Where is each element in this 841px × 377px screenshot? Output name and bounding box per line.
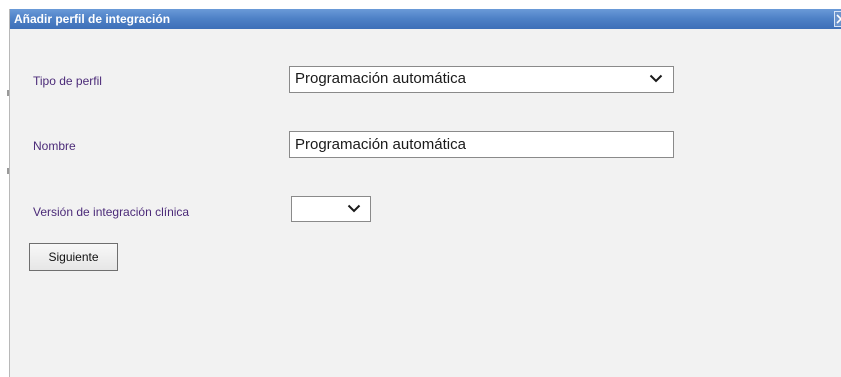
name-label: Nombre [33, 139, 76, 153]
next-button[interactable]: Siguiente [29, 243, 118, 271]
profile-type-select[interactable]: Programación automática [289, 66, 674, 93]
chevron-down-icon [347, 204, 361, 213]
clinical-integration-version-label: Versión de integración clínica [33, 205, 190, 219]
clinical-integration-version-select[interactable] [291, 196, 371, 222]
profile-type-label: Tipo de perfil [33, 74, 102, 88]
close-icon[interactable] [834, 11, 841, 27]
dialog-titlebar: Añadir perfil de integración [10, 9, 841, 29]
add-integration-profile-dialog: Añadir perfil de integración Tipo de per… [9, 9, 841, 377]
dialog-title: Añadir perfil de integración [14, 12, 171, 26]
name-input[interactable] [289, 131, 674, 158]
chevron-down-icon [649, 74, 663, 83]
profile-type-selected-value: Programación automática [295, 70, 466, 87]
